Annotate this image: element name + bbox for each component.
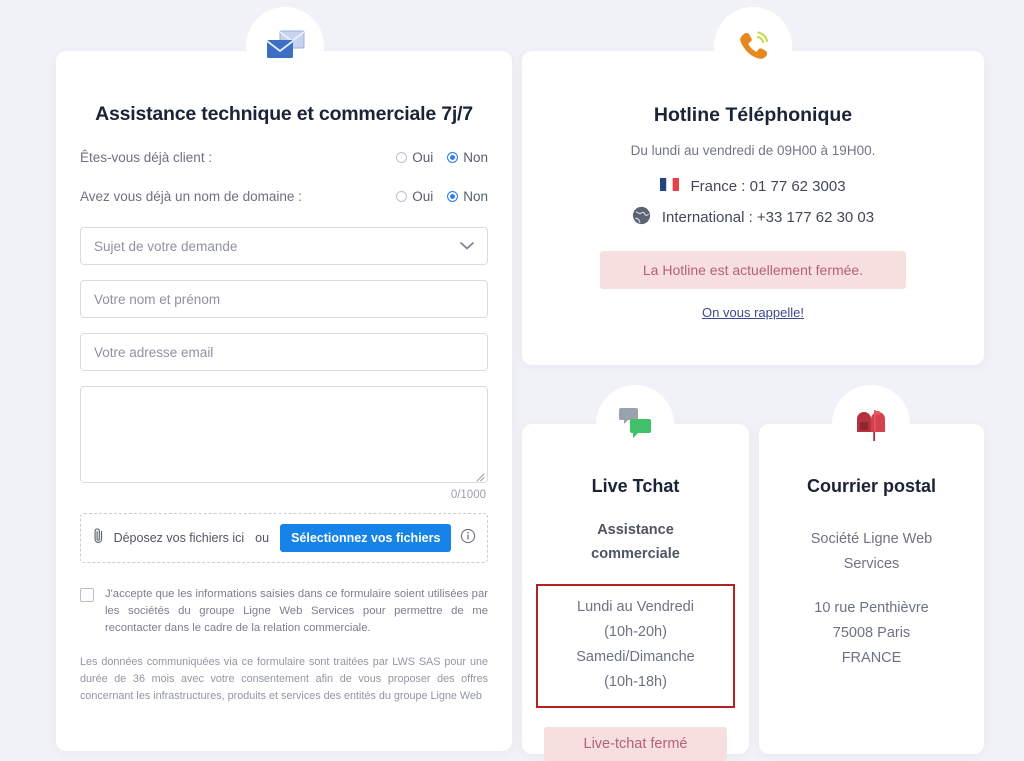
file-dropzone[interactable]: Déposez vos fichiers ici ou Sélectionnez… (80, 513, 488, 563)
contact-page: Assistance technique et commerciale 7j/7… (0, 0, 1024, 761)
question-domain-label: Avez vous déjà un nom de domaine : (80, 189, 302, 204)
hours-line: Samedi/Dimanche (576, 649, 695, 665)
contact-form-card: Assistance technique et commerciale 7j/7… (56, 51, 512, 751)
phone-france-text: France : 01 77 62 3003 (690, 178, 846, 195)
email-input[interactable]: Votre adresse email (80, 333, 488, 371)
select-files-button[interactable]: Sélectionnez vos fichiers (280, 524, 452, 552)
hotline-subtitle: Du lundi au vendredi de 09H00 à 19H00. (630, 143, 876, 158)
name-input-placeholder: Votre nom et prénom (94, 291, 221, 307)
hotline-card: Hotline Téléphonique Du lundi au vendred… (522, 51, 984, 365)
phone-france-row: France : 01 77 62 3003 (522, 178, 984, 195)
radio-domain-non[interactable]: Non (447, 189, 488, 204)
email-input-placeholder: Votre adresse email (94, 344, 214, 360)
chevron-down-icon (460, 239, 474, 254)
dropzone-label: Déposez vos fichiers ici (113, 531, 245, 545)
message-textarea[interactable] (80, 386, 488, 483)
question-client-label: Êtes-vous déjà client : (80, 150, 213, 165)
radio-domain-non-label: Non (463, 189, 488, 204)
hours-line: (10h-18h) (604, 674, 667, 690)
france-flag-icon (660, 178, 680, 195)
consent-row[interactable]: J'accepte que les informations saisies d… (80, 586, 488, 637)
live-chat-subtitle: Assistance commerciale (522, 518, 749, 566)
resize-handle-icon[interactable] (474, 469, 485, 482)
phone-international-row: International : +33 177 62 30 03 (522, 206, 984, 229)
live-chat-title: Live Tchat (591, 476, 680, 496)
globe-icon (632, 206, 651, 229)
page-title: Assistance technique et commerciale 7j/7 (95, 103, 473, 125)
privacy-notice: Les données communiquées via ce formulai… (80, 656, 488, 702)
question-client-row: Êtes-vous déjà client : Oui Non (80, 150, 488, 165)
postal-company-line2: Services (843, 556, 900, 572)
postal-title: Courrier postal (806, 476, 937, 496)
dropzone-or: ou (255, 531, 270, 545)
subject-select-value: Sujet de votre demande (94, 238, 238, 254)
postal-address-line3: FRANCE (841, 650, 902, 666)
chat-bubbles-icon (596, 385, 674, 463)
name-input[interactable]: Votre nom et prénom (80, 280, 488, 318)
consent-label: J'accepte que les informations saisies d… (105, 588, 488, 634)
phone-ringing-icon (714, 7, 792, 85)
live-chat-card: Live Tchat Assistance commerciale Lundi … (522, 424, 749, 761)
radio-client-oui-dot[interactable] (396, 152, 408, 163)
char-counter: 0/1000 (450, 489, 486, 501)
envelopes-icon (246, 7, 324, 85)
radio-client-oui[interactable]: Oui (396, 150, 433, 165)
info-icon[interactable] (460, 528, 476, 549)
radio-client-non-label: Non (463, 150, 488, 165)
radio-client-non-dot[interactable] (447, 152, 459, 163)
callback-link[interactable]: On vous rappelle! (522, 305, 984, 320)
postal-card: Courrier postal Société Ligne Web Servic… (759, 424, 984, 754)
hotline-title: Hotline Téléphonique (653, 104, 853, 126)
postal-address-line2: 75008 Paris (832, 625, 911, 641)
hours-line: (10h-20h) (604, 624, 667, 640)
consent-checkbox[interactable] (80, 588, 94, 602)
phone-international-text: International : +33 177 62 30 03 (661, 209, 875, 226)
postal-company-line1: Société Ligne Web (810, 531, 933, 547)
paperclip-icon (92, 527, 105, 549)
radio-client-oui-label: Oui (412, 150, 434, 165)
radio-domain-non-dot[interactable] (447, 191, 459, 202)
postal-address: 10 rue Penthièvre 75008 Paris FRANCE (759, 596, 984, 671)
radio-client-non[interactable]: Non (447, 150, 488, 165)
postal-address-line1: 10 rue Penthièvre (814, 600, 929, 616)
live-chat-hours-box: Lundi au Vendredi (10h-20h) Samedi/Diman… (536, 584, 735, 708)
postal-company: Société Ligne Web Services (759, 527, 984, 577)
radio-domain-oui-dot[interactable] (396, 191, 408, 202)
radio-domain-oui[interactable]: Oui (396, 189, 433, 204)
mailbox-icon (832, 385, 910, 463)
live-chat-closed-badge: Live-tchat fermé (544, 727, 727, 761)
live-chat-subtitle-line1: Assistance (597, 522, 674, 538)
subject-select[interactable]: Sujet de votre demande (80, 227, 488, 265)
live-chat-subtitle-line2: commerciale (591, 546, 680, 562)
question-domain-row: Avez vous déjà un nom de domaine : Oui N… (80, 189, 488, 204)
hours-line: Lundi au Vendredi (577, 599, 694, 615)
hotline-closed-alert: La Hotline est actuellement fermée. (600, 251, 906, 289)
radio-domain-oui-label: Oui (412, 189, 434, 204)
